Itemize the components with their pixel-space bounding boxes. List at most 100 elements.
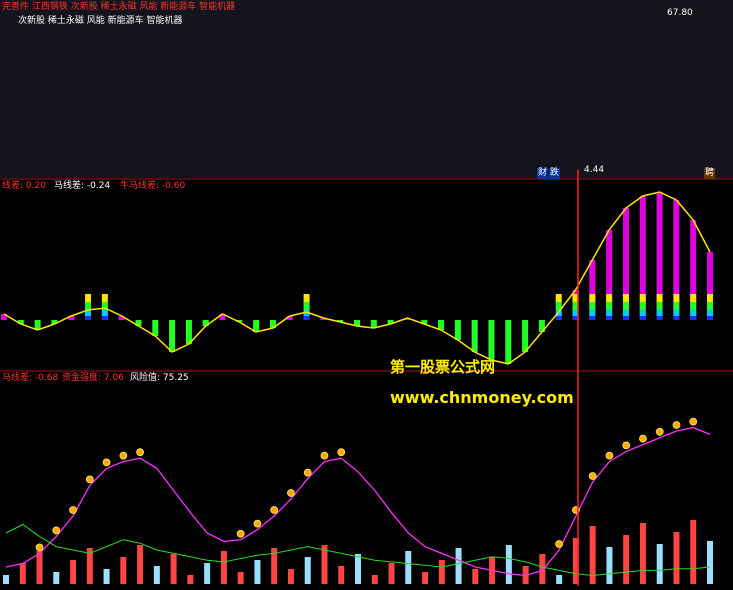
osc-band-green (639, 302, 646, 310)
signal-dot (555, 540, 564, 548)
osc-bar-negative (185, 320, 192, 344)
osc-band-blue (656, 316, 663, 320)
osc-band-cyan (639, 310, 646, 316)
osc-band-yellow (707, 294, 713, 302)
osc-bar-negative (505, 320, 512, 364)
volume-bar (707, 541, 713, 584)
volume-bar (153, 566, 160, 584)
volume-bar (355, 554, 361, 584)
mid-legend-1: 线差: 0.20 (2, 181, 46, 191)
signal-dot (622, 441, 631, 450)
osc-band-blue (673, 316, 680, 320)
volume-bar (405, 551, 412, 584)
volume-bar (237, 572, 244, 584)
volume-bar (455, 548, 462, 584)
mid-legend-3: 牛马线差: -0.60 (120, 181, 186, 191)
osc-band-green (690, 302, 697, 310)
top-sector-line2: 次新股 稀土永磁 风能 新能源车 智能机器 (18, 16, 183, 26)
osc-band-yellow (622, 294, 629, 302)
chart-svg (0, 0, 733, 586)
osc-band-green (85, 302, 92, 310)
osc-band-yellow (101, 294, 108, 302)
volume-bar (120, 557, 127, 584)
osc-band-cyan (606, 310, 613, 316)
osc-band-green (303, 302, 310, 310)
osc-band-yellow (656, 294, 663, 302)
volume-bar (187, 575, 194, 584)
signal-dot (605, 451, 614, 460)
signal-dot (102, 458, 111, 467)
osc-band-blue (606, 316, 613, 320)
tag-pin: 聘 (704, 168, 716, 179)
signal-dot (337, 448, 346, 457)
volume-bar (388, 563, 395, 584)
volume-bar (338, 566, 345, 584)
signal-dot (672, 421, 681, 429)
osc-signal-line (3, 191, 711, 365)
indicator-panel (3, 417, 713, 584)
volume-bar (19, 563, 26, 584)
signal-dot (253, 519, 262, 528)
chart-stage: 完善件 江西钢铁 次新股 稀土永磁 风能 新能源车 智能机器 次新股 稀土永磁 … (0, 0, 733, 586)
osc-band-green (707, 302, 713, 310)
signal-dot (689, 417, 698, 426)
osc-bar-negative (522, 320, 529, 352)
volume-bar (371, 575, 378, 584)
osc-band-cyan (589, 310, 596, 316)
volume-bar (53, 572, 60, 584)
price-high-label: 67.80 (667, 8, 693, 18)
signal-dot (119, 451, 128, 460)
osc-band-blue (303, 316, 310, 320)
signal-dot (85, 475, 94, 484)
bot-legend-2: 资金强度: 7.06 (62, 373, 124, 383)
mid-legend-2: 马线差: -0.24 (54, 181, 111, 191)
volume-bar (36, 551, 43, 584)
osc-band-yellow (639, 294, 646, 302)
bot-legend-1: 马线差: -0.68 (2, 373, 59, 383)
osc-band-blue (589, 316, 596, 320)
oscillator-panel (1, 191, 713, 365)
osc-bar-negative (471, 320, 478, 352)
volume-bar (422, 572, 429, 584)
volume-bar (3, 575, 9, 584)
osc-band-cyan (656, 310, 663, 316)
tag-die: 跌 (549, 168, 561, 179)
volume-bar (438, 560, 445, 584)
volume-bar (690, 520, 697, 584)
tag-cai: 财 (537, 168, 549, 179)
signal-dot (639, 434, 647, 443)
volume-bar (673, 532, 680, 584)
volume-bar (556, 575, 563, 584)
volume-bar (606, 547, 613, 584)
watermark-url: www.chnmoney.com (390, 388, 574, 407)
osc-band-green (606, 302, 613, 310)
volume-bar (254, 560, 261, 584)
volume-bar (472, 569, 479, 584)
bot-legend-3: 风险值: 75.25 (130, 373, 189, 383)
signal-dot (303, 468, 312, 477)
signal-dot (52, 526, 61, 535)
osc-band-blue (101, 316, 108, 320)
osc-band-cyan (622, 310, 629, 316)
osc-band-yellow (303, 294, 310, 302)
volume-bar (70, 560, 77, 584)
osc-band-blue (639, 316, 646, 320)
osc-band-yellow (555, 294, 562, 302)
volume-bar (505, 545, 512, 584)
osc-band-green (622, 302, 629, 310)
signal-dot (655, 427, 664, 436)
osc-band-cyan (101, 310, 108, 316)
watermark-title: 第一股票公式网 (390, 358, 496, 376)
osc-band-cyan (707, 310, 713, 316)
osc-band-blue (707, 316, 713, 320)
osc-band-yellow (673, 294, 680, 302)
volume-bar (103, 569, 110, 584)
osc-band-green (656, 302, 663, 310)
osc-bar-negative (488, 320, 495, 360)
osc-band-blue (85, 316, 92, 320)
volume-bar (623, 535, 630, 584)
volume-bar (656, 544, 663, 584)
volume-bar (220, 551, 227, 584)
signal-dot (236, 529, 245, 538)
osc-band-cyan (690, 310, 697, 316)
